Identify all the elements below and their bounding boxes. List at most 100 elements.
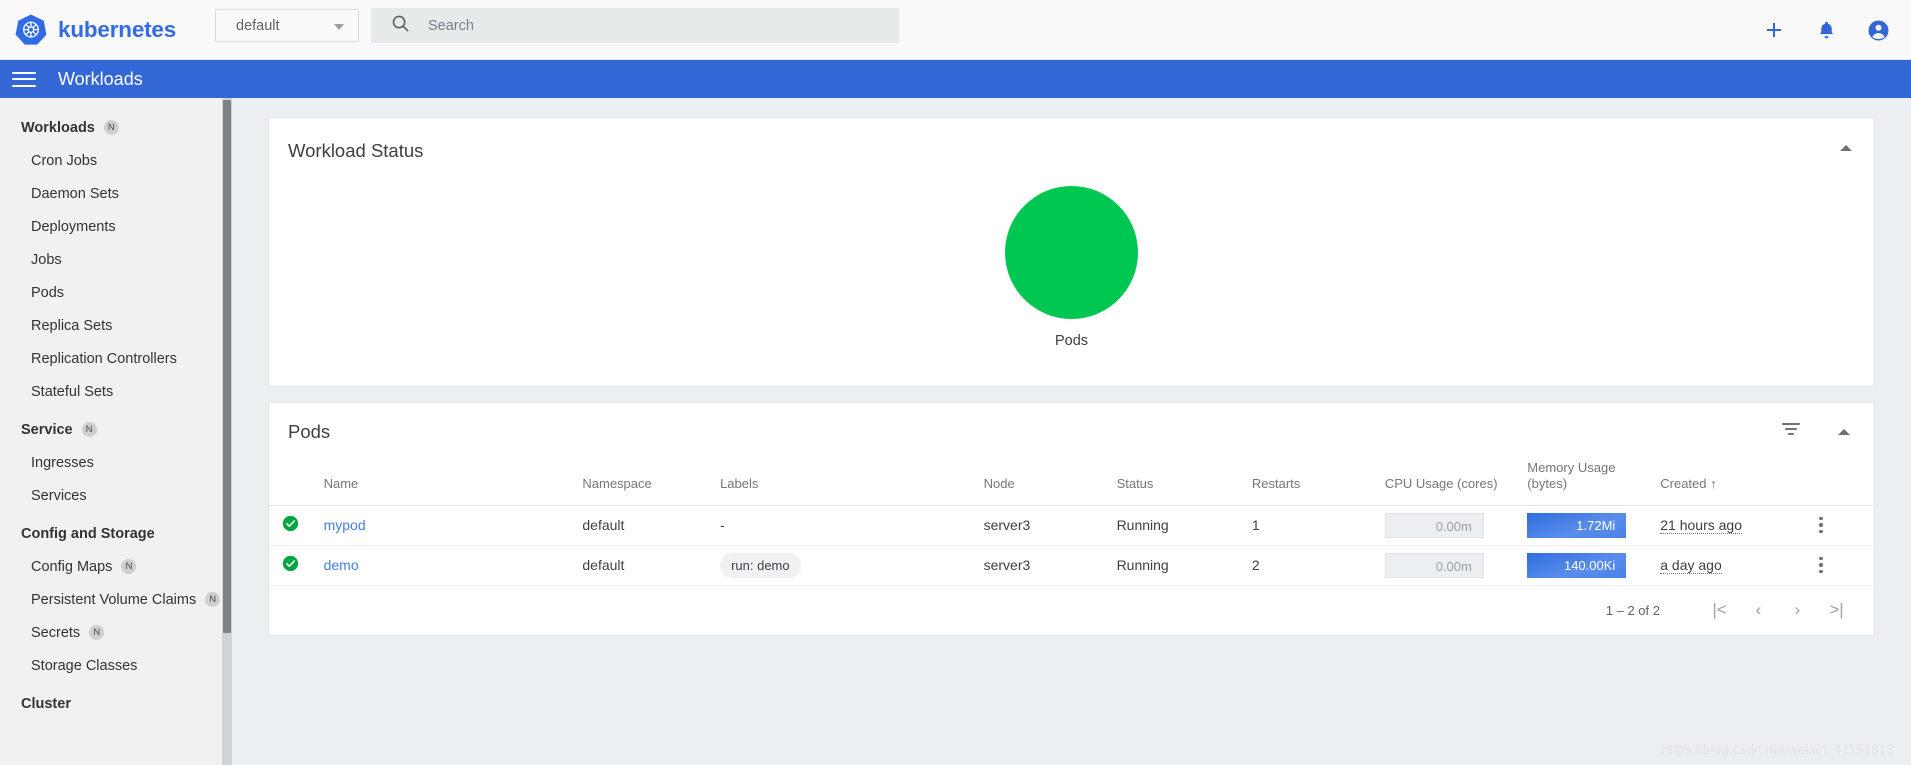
th-restarts[interactable]: Restarts <box>1251 460 1385 506</box>
pod-name-link[interactable]: demo <box>324 557 359 573</box>
sidebar-item-label: Replica Sets <box>31 317 113 334</box>
pods-card: Pods Name Namespace Labels Node Status R… <box>268 402 1875 636</box>
cell-row-menu <box>1812 505 1874 546</box>
sidebar-item-label: Storage Classes <box>31 657 138 674</box>
search-icon <box>391 14 410 38</box>
account-circle-icon[interactable] <box>1863 15 1893 45</box>
sidebar-item-label: Ingresses <box>31 454 94 471</box>
pods-card-actions <box>1781 421 1852 442</box>
sidebar-item-replication-controllers[interactable]: Replication Controllers <box>0 342 232 375</box>
sidebar-item-stateful-sets[interactable]: Stateful Sets <box>0 375 232 408</box>
sidebar-item-config-and-storage[interactable]: Config and Storage <box>0 517 232 550</box>
th-labels[interactable]: Labels <box>720 460 984 506</box>
sidebar-item-list: Workloads N Cron Jobs Daemon Sets Deployment… <box>0 98 232 720</box>
sidebar-item-service[interactable]: Service N <box>0 413 232 446</box>
sidebar-item-daemon-sets[interactable]: Daemon Sets <box>0 177 232 210</box>
workload-status-title: Workload Status <box>288 140 424 161</box>
table-row[interactable]: demo default run: demo server3 Running 2 0.00m… <box>269 545 1874 586</box>
cell-name: mypod <box>323 505 583 546</box>
sidebar-item-label: Daemon Sets <box>31 185 119 202</box>
chevron-up-icon-pods[interactable] <box>1838 427 1852 437</box>
chevron-up-icon-workload-status[interactable] <box>1840 145 1852 151</box>
cell-node: server3 <box>983 505 1117 546</box>
sidebar-scrollbar-thumb[interactable] <box>223 100 231 633</box>
new-badge: N <box>121 559 137 574</box>
cell-name: demo <box>323 545 583 586</box>
sidebar-item-persistent-volume-claims[interactable]: Persistent Volume Claims N <box>0 583 232 616</box>
pods-status-donut[interactable] <box>1005 186 1138 319</box>
cell-created: 21 hours ago <box>1660 505 1813 546</box>
pods-card-title: Pods <box>288 420 331 442</box>
sidebar-item-jobs[interactable]: Jobs <box>0 243 232 276</box>
row-actions-menu-icon[interactable] <box>1812 556 1830 574</box>
cpu-usage-bar: 0.00m <box>1384 512 1484 538</box>
pod-name-link[interactable]: mypod <box>324 517 366 533</box>
sidebar-item-secrets[interactable]: Secrets N <box>0 616 232 649</box>
sidebar-item-replica-sets[interactable]: Replica Sets <box>0 309 232 342</box>
sidebar-item-cron-jobs[interactable]: Cron Jobs <box>0 144 232 177</box>
cell-labels: - <box>720 505 984 546</box>
th-created[interactable]: Created ↑ <box>1660 460 1813 506</box>
th-node[interactable]: Node <box>983 460 1117 506</box>
sidebar-item-storage-classes[interactable]: Storage Classes <box>0 649 232 682</box>
hamburger-menu-icon[interactable] <box>12 67 36 91</box>
cell-namespace: default <box>582 505 721 546</box>
cell-row-menu <box>1812 545 1874 586</box>
th-cpu-usage[interactable]: CPU Usage (cores) <box>1384 460 1528 506</box>
sidebar-item-label: Pods <box>31 284 65 301</box>
cell-labels: run: demo <box>720 545 984 586</box>
sidebar-item-pods[interactable]: Pods <box>0 276 232 309</box>
sidebar-item-label: Deployments <box>31 218 116 235</box>
th-namespace[interactable]: Namespace <box>582 460 721 506</box>
brand[interactable]: kubernetes <box>14 13 176 47</box>
table-row[interactable]: mypod default - server3 Running 1 0.00m 1.72Mi 2… <box>269 505 1874 546</box>
th-row-menu <box>1812 460 1874 506</box>
sidebar-item-label: Config Maps <box>31 558 113 575</box>
sidebar-item-label: Stateful Sets <box>31 383 114 400</box>
last-page-button[interactable]: >| <box>1817 591 1856 630</box>
th-status[interactable]: Status <box>1116 460 1252 506</box>
cell-cpu-usage: 0.00m <box>1384 505 1528 546</box>
new-badge: N <box>103 120 119 135</box>
pods-card-header: Pods <box>269 403 1874 460</box>
sidebar-item-workloads[interactable]: Workloads N <box>0 111 232 144</box>
sidebar-item-cluster[interactable]: Cluster <box>0 687 232 720</box>
sidebar-item-label: Replication Controllers <box>31 350 177 367</box>
th-memory-line1: Memory Usage <box>1527 460 1616 475</box>
pagination-range: 1 – 2 of 2 <box>1605 602 1660 618</box>
brand-name: kubernetes <box>58 16 177 42</box>
created-timestamp[interactable]: 21 hours ago <box>1660 517 1742 535</box>
cell-memory-usage: 1.72Mi <box>1527 505 1661 546</box>
search-input[interactable] <box>428 9 848 42</box>
first-page-button[interactable]: |< <box>1700 591 1739 630</box>
filter-list-icon[interactable] <box>1781 421 1801 442</box>
top-app-bar: kubernetes default <box>0 0 1911 60</box>
cell-namespace: default <box>582 545 721 586</box>
label-chip[interactable]: run: demo <box>720 552 801 578</box>
sidebar-item-config-maps[interactable]: Config Maps N <box>0 550 232 583</box>
workload-status-chart: Pods <box>269 186 1874 349</box>
search-bar[interactable] <box>371 8 899 43</box>
th-memory-usage[interactable]: Memory Usage (bytes) <box>1527 460 1661 506</box>
chevron-down-icon <box>334 24 344 30</box>
sidebar-item-services[interactable]: Services <box>0 479 232 512</box>
cell-status-icon <box>269 505 324 546</box>
namespace-selector[interactable]: default <box>215 9 359 42</box>
pods-pagination: 1 – 2 of 2 |< ‹ › >| <box>269 586 1874 635</box>
plus-icon[interactable] <box>1759 15 1789 45</box>
sidebar-item-deployments[interactable]: Deployments <box>0 210 232 243</box>
row-actions-menu-icon[interactable] <box>1812 516 1830 534</box>
bell-icon[interactable] <box>1811 15 1841 45</box>
memory-usage-bar: 140.00Ki <box>1527 552 1627 578</box>
sidebar-item-ingresses[interactable]: Ingresses <box>0 446 232 479</box>
next-page-button[interactable]: › <box>1778 591 1817 630</box>
cell-restarts: 2 <box>1251 545 1385 586</box>
created-timestamp[interactable]: a day ago <box>1660 557 1722 575</box>
pods-status-donut-label: Pods <box>1054 333 1089 349</box>
sidebar-item-label: Services <box>31 487 87 504</box>
sidebar-item-label: Persistent Volume Claims <box>31 591 197 608</box>
cell-memory-usage: 140.00Ki <box>1527 545 1661 586</box>
th-name[interactable]: Name <box>323 460 583 506</box>
cell-restarts: 1 <box>1251 505 1385 546</box>
previous-page-button[interactable]: ‹ <box>1739 591 1778 630</box>
